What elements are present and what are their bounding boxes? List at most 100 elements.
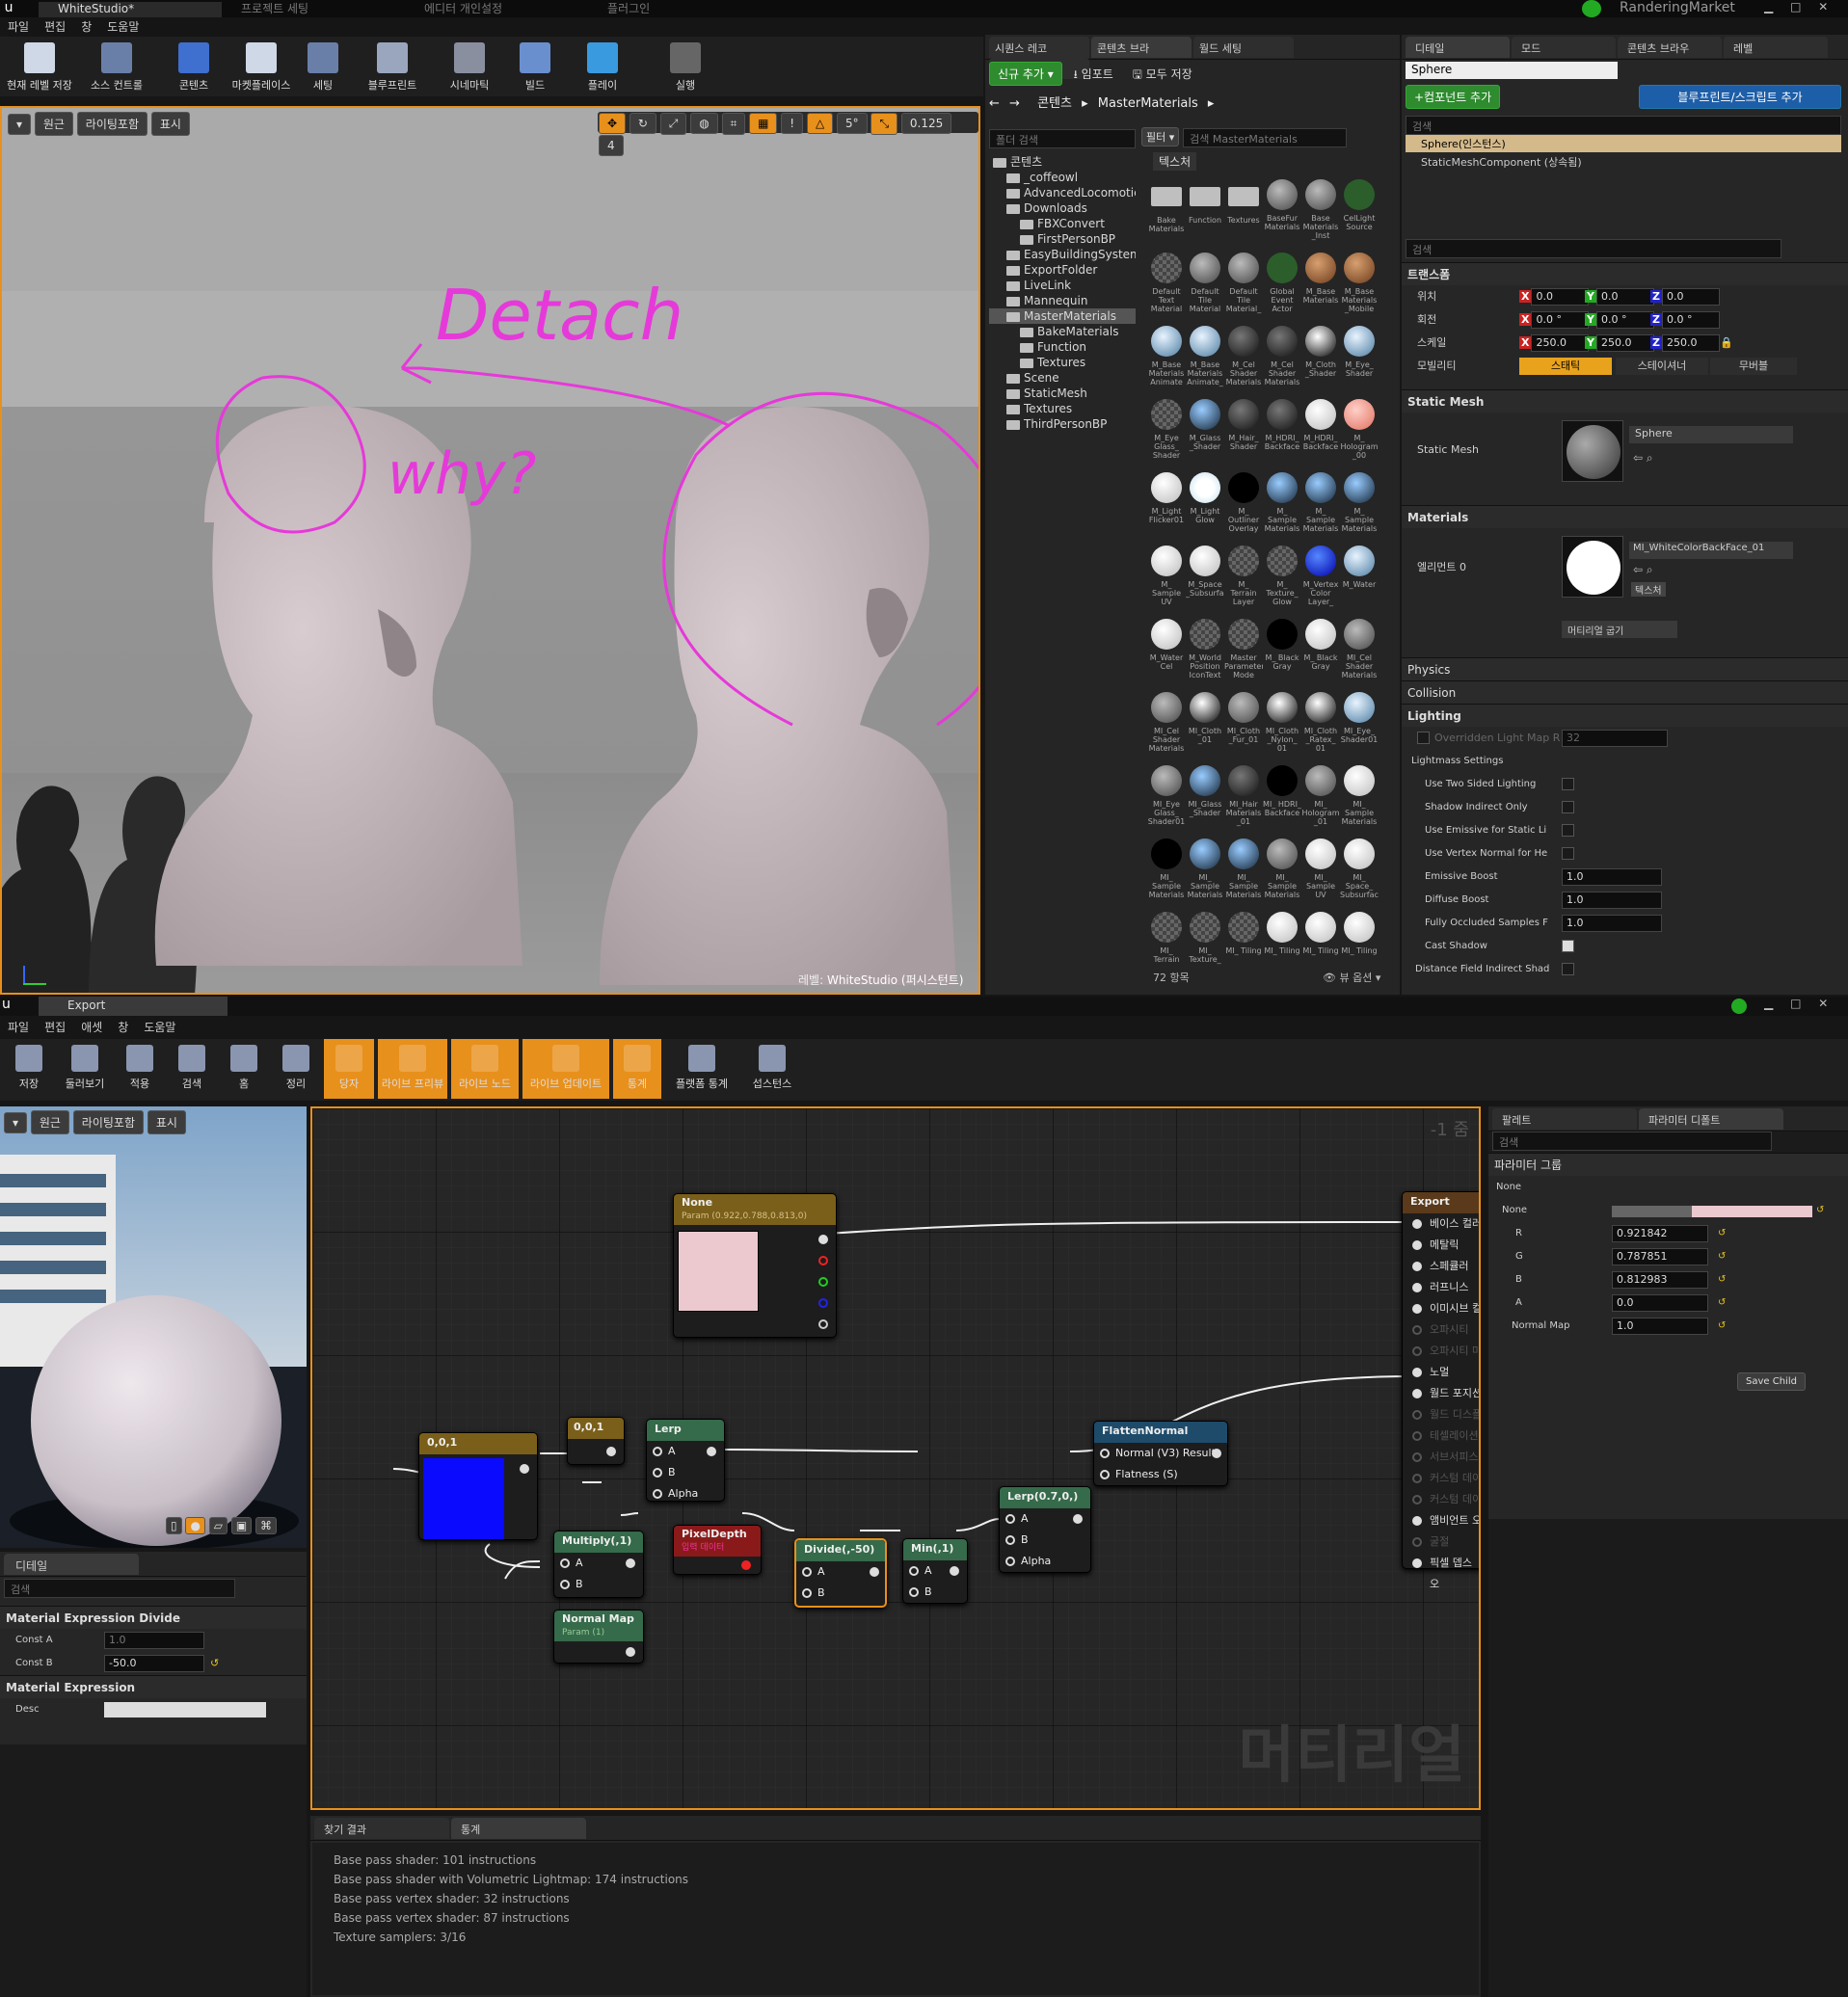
angle-snap-icon[interactable]: △ (806, 113, 834, 134)
export-pin-dot[interactable] (1412, 1516, 1422, 1526)
export-input-pin[interactable]: 월드 디스플 (1403, 1404, 1479, 1425)
toolbar-btn-6[interactable]: 시네마틱 (436, 37, 503, 96)
lightmass-prop-checkbox[interactable] (1562, 801, 1574, 813)
param-value-r[interactable]: 0.921842 (1612, 1225, 1708, 1242)
filter-button[interactable]: 필터 ▾ (1141, 127, 1180, 146)
asset-tile[interactable]: Default Tile Material_ (1224, 251, 1263, 324)
scale-x-value[interactable]: 250.0 (1531, 334, 1590, 352)
folder-tree-item[interactable]: FirstPersonBP (989, 231, 1136, 247)
angle-snap-value[interactable]: 5° (837, 113, 868, 134)
lerp-out[interactable] (707, 1447, 716, 1456)
me-menu-item-2[interactable]: 애셋 (81, 1021, 102, 1034)
min-in-a[interactable] (909, 1566, 919, 1576)
lightmass-header[interactable]: Lightmass Settings (1402, 750, 1848, 773)
scale-y[interactable]: Y 250.0 (1585, 332, 1654, 355)
materials-header[interactable]: Materials (1402, 505, 1848, 528)
folder-tree-item[interactable]: BakeMaterials (989, 324, 1136, 339)
lightmass-prop-value[interactable]: 1.0 (1562, 868, 1662, 886)
asset-tile[interactable]: M_Cloth _Shader (1301, 324, 1340, 397)
asset-tile[interactable]: MI_Cloth _Fur_01 (1224, 690, 1263, 763)
toolbar-btn-1[interactable]: 소스 컨트롤 (83, 37, 150, 96)
param-value-g[interactable]: 0.787851 (1612, 1248, 1708, 1265)
stats-tab-0[interactable]: 찾기 결과 (314, 1818, 449, 1839)
window-controls[interactable]: ▁ □ ✕ (1760, 997, 1828, 1010)
rotation-x-value[interactable]: 0.0 ° (1531, 311, 1590, 329)
export-pin-dot[interactable] (1412, 1558, 1422, 1568)
export-pin-dot[interactable] (1412, 1537, 1422, 1547)
cylinder-icon[interactable]: ▯ (166, 1517, 182, 1534)
grid-snap-icon[interactable]: ▦ (749, 113, 778, 134)
preview-menu-button[interactable]: ▾ (4, 1112, 28, 1133)
folder-tree-item[interactable]: MasterMaterials (989, 308, 1136, 324)
expression-search-input[interactable]: 검색 (4, 1579, 235, 1598)
reset-default-icon[interactable]: ↺ (210, 1652, 219, 1675)
me-toolbar-btn-9[interactable]: 라이브 업데이트 (522, 1039, 609, 1099)
asset-tile[interactable]: MI_Cloth _Ratex_ 01 (1301, 690, 1340, 763)
asset-tile[interactable]: MI_ Terrain (1147, 910, 1186, 966)
asset-tile[interactable]: MI_ Sample Materials (1340, 763, 1379, 837)
asset-tile[interactable]: MI_ Tiling (1224, 910, 1263, 966)
palette-search-input[interactable]: 검색 (1492, 1132, 1772, 1151)
asset-tile[interactable]: M_ Texture_ Glow (1263, 544, 1301, 617)
folder-tree-item[interactable]: _coffeowl (989, 170, 1136, 185)
lightmass-prop-value[interactable]: 1.0 (1562, 915, 1662, 932)
param-value-b[interactable]: 0.812983 (1612, 1271, 1708, 1289)
asset-tile[interactable]: M_Base Materials Animate (1147, 324, 1186, 397)
folder-tree-item[interactable]: Textures (989, 355, 1136, 370)
me-menu-item-4[interactable]: 도움말 (144, 1021, 175, 1034)
toolbar-btn-0[interactable]: 현재 레벨 저장 (6, 37, 73, 96)
asset-tile[interactable]: MI_ Hologram _01 (1301, 763, 1340, 837)
overridden-lightmap-checkbox[interactable] (1417, 732, 1430, 744)
node-lerp[interactable]: Lerp A B Alpha (646, 1419, 725, 1502)
export-input-pin[interactable]: 노멀 (1403, 1362, 1479, 1383)
folder-tree-item[interactable]: ThirdPersonBP (989, 416, 1136, 432)
export-pin-dot[interactable] (1412, 1452, 1422, 1462)
transform-header[interactable]: 트랜스폼 (1402, 262, 1848, 285)
asset-tile[interactable]: MI_ Tiling (1263, 910, 1301, 966)
folder-tree-item[interactable]: Scene (989, 370, 1136, 386)
export-pin-dot[interactable] (1412, 1389, 1422, 1398)
grid-size-button[interactable]: ! (781, 113, 804, 134)
export-pin-dot[interactable] (1412, 1304, 1422, 1314)
material-editor-tab[interactable]: Export (39, 997, 228, 1016)
export-input-pin[interactable]: 오파시티 마 (1403, 1341, 1479, 1362)
bake-material-button[interactable]: 머티리얼 굽기 (1562, 621, 1677, 638)
asset-tile[interactable]: M_ Sample Materials (1301, 470, 1340, 544)
node-constant3-small[interactable]: 0,0,1 (567, 1417, 625, 1465)
me-toolbar-btn-5[interactable]: 정리 (272, 1039, 320, 1099)
asset-tile[interactable]: Default Tile Material (1186, 251, 1224, 324)
forward-icon[interactable]: → (1009, 96, 1020, 111)
folder-tree-item[interactable]: 콘텐츠 (989, 154, 1136, 170)
node-material-result[interactable]: Export 베이스 컬러 메탈릭 스페큘러 러프니스 이미시브 컬 오파시티 오파시티 마… (1402, 1191, 1479, 1590)
lightmass-prop-value[interactable]: 1.0 (1562, 892, 1662, 909)
asset-tile[interactable]: MI_ Sample Materials (1186, 837, 1224, 910)
menu-item-1[interactable]: 편집 (44, 20, 66, 34)
asset-tile[interactable]: M_Light Flicker01 (1147, 470, 1186, 544)
asset-tile[interactable]: M_Eye_ Shader (1340, 324, 1379, 397)
const-a-value[interactable]: 1.0 (104, 1632, 204, 1649)
asset-tile[interactable]: Global Event Actor (1263, 251, 1301, 324)
lerp2-in-b[interactable] (1005, 1535, 1015, 1545)
title-tab-3[interactable]: 플러그인 (588, 0, 771, 17)
asset-tile[interactable]: M_Light Glow (1186, 470, 1224, 544)
asset-tile[interactable]: M_HDRI_ Backface (1301, 397, 1340, 470)
node-lerp2[interactable]: Lerp(0.7,0,) A B Alpha (999, 1486, 1091, 1573)
mobility-movable-button[interactable]: 무버블 (1710, 358, 1797, 375)
component-search-input[interactable]: 검색 (1406, 116, 1841, 135)
export-input-pin[interactable]: 메탈릭 (1403, 1235, 1479, 1256)
param-out-rgb[interactable] (818, 1235, 828, 1244)
asset-tile[interactable]: MI_ Sample Materials (1263, 837, 1301, 910)
cb-tab-1[interactable]: 콘텐츠 브라 (1091, 37, 1192, 58)
overridden-lightmap-value[interactable]: 32 (1562, 730, 1668, 747)
lock-icon[interactable]: 🔒 (1720, 332, 1733, 355)
collision-header[interactable]: Collision (1402, 680, 1848, 704)
folder-tree-item[interactable]: ExportFolder (989, 262, 1136, 278)
details-tab-0[interactable]: 디테일 (1406, 37, 1510, 58)
menu-item-3[interactable]: 도움말 (107, 20, 139, 34)
scale-y-value[interactable]: 250.0 (1595, 334, 1654, 352)
node-multiply[interactable]: Multiply(,1) A B (553, 1531, 644, 1598)
export-pin-dot[interactable] (1412, 1346, 1422, 1356)
export-input-pin[interactable]: 테셀레이션 (1403, 1425, 1479, 1447)
folder-tree-item[interactable]: Downloads (989, 200, 1136, 216)
details-tab[interactable]: 디테일 (4, 1554, 139, 1575)
